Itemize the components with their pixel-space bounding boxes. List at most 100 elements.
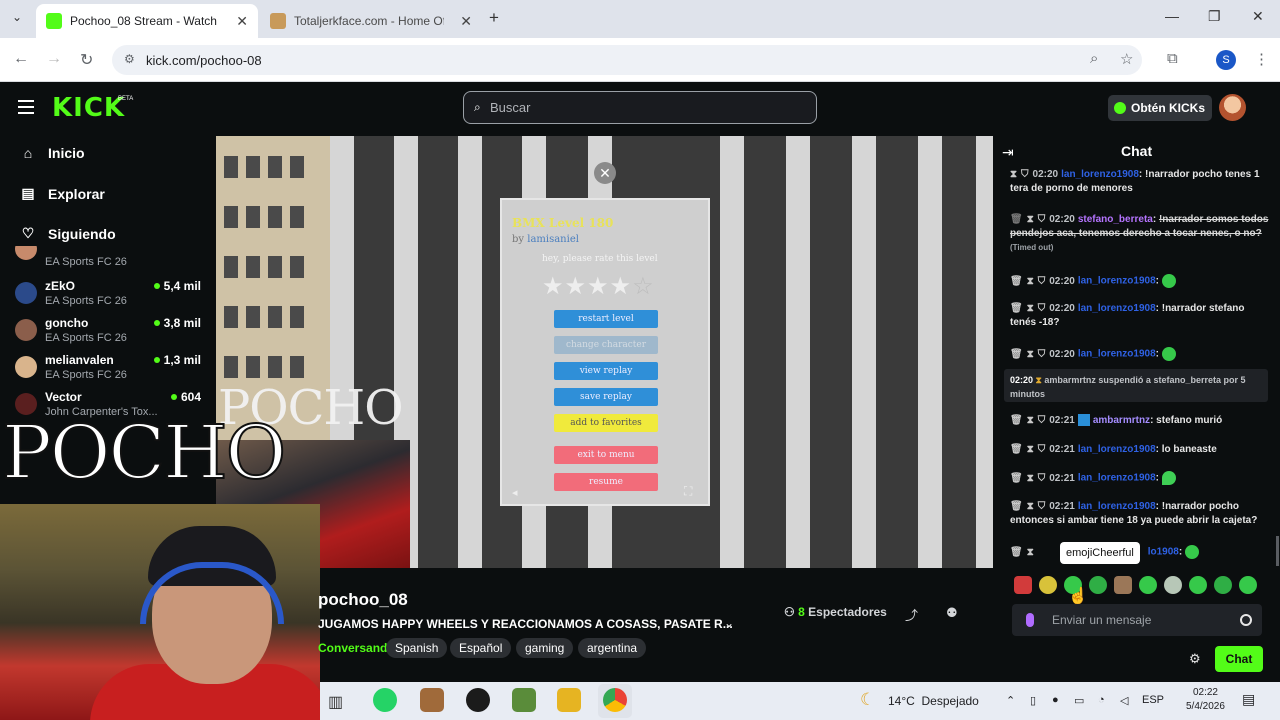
star-empty-icon[interactable]: ☆ [632,273,655,300]
hourglass-icon[interactable]: ⧗ [1027,349,1034,360]
hourglass-icon[interactable]: ⧗ [1010,169,1017,180]
minimize-button[interactable]: — [1165,8,1179,24]
resume-button[interactable]: resume [554,473,658,491]
hourglass-icon[interactable]: ⧗ [1027,473,1034,484]
sidebar-item-siguiendo[interactable]: ♡ Siguiendo [20,225,116,242]
menu-hamburger-icon[interactable] [18,100,34,114]
view-replay-button[interactable]: view replay [554,362,658,380]
address-bar[interactable]: ⚙ kick.com/pochoo-08 [112,45,1142,75]
game-close-icon[interactable]: ✕ [594,162,616,184]
mod-shield-icon[interactable]: ⛉ [1038,501,1046,512]
trash-icon[interactable]: 🗑 [1010,444,1023,455]
change-character-button[interactable]: change character [554,336,658,354]
message-user[interactable]: lan_lorenzo1908 [1078,444,1156,455]
zoom-icon[interactable]: ⌕ [1090,50,1098,67]
tab-close-icon[interactable]: ✕ [236,13,248,30]
back-arrow-icon[interactable]: ← [13,50,29,68]
tray-app-icon[interactable]: ▯ [1030,694,1036,707]
sidebar-item-inicio[interactable]: ⌂ Inicio [20,145,85,161]
trash-icon[interactable]: 🗑 [1010,501,1023,512]
kick-logo[interactable]: KICK [52,93,125,123]
tab-totaljerkface[interactable]: Totaljerkface.com - Home Of H ✕ [260,4,482,38]
channel-item-melianvalen[interactable]: melianvalen EA Sports FC 26 1,3 mil [15,352,205,386]
weather-widget[interactable]: 14°C Despejado [888,694,979,708]
emote-icon[interactable] [1214,576,1232,594]
exit-to-menu-button[interactable]: exit to menu [554,446,658,464]
mod-shield-icon[interactable]: ⛉ [1038,349,1046,360]
hourglass-icon[interactable]: ⧗ [1027,276,1034,287]
emote-icon[interactable] [1239,576,1257,594]
microphone-tray-icon[interactable]: ● [1052,694,1059,706]
star-icon[interactable]: ★ [542,273,565,300]
chat-settings-gear-icon[interactable]: ⚙ [1189,651,1201,667]
maximize-button[interactable]: ❐ [1208,8,1221,25]
hourglass-icon[interactable]: ⧗ [1027,547,1034,558]
stream-tag[interactable]: argentina [578,638,647,658]
streamer-name[interactable]: pochoo_08 [318,590,408,610]
message-user[interactable]: lan_lorenzo1908 [1061,169,1139,180]
get-kicks-button[interactable]: Obtén KICKs [1108,95,1212,121]
star-icon[interactable]: ★ [565,273,588,300]
add-friend-icon[interactable]: ⚉ [946,605,958,621]
emoji-picker-icon[interactable] [1240,614,1252,626]
tab-kick-stream[interactable]: Pochoo_08 Stream - Watch Live ✕ [36,4,258,38]
message-user[interactable]: ambarmrtnz [1093,415,1150,426]
message-user[interactable]: lan_lorenzo1908 [1078,501,1156,512]
trash-icon[interactable]: 🗑 [1010,276,1023,287]
notifications-icon[interactable]: ▤ [1242,691,1255,708]
emote-icon[interactable] [1189,576,1207,594]
channel-item-goncho[interactable]: goncho EA Sports FC 26 3,8 mil [15,315,205,349]
wifi-icon[interactable]: ◔ [1098,694,1105,706]
emote-icon[interactable] [1139,576,1157,594]
mod-shield-icon[interactable]: ⛉ [1038,415,1046,426]
search-input[interactable]: ⌕ Buscar [463,91,817,124]
message-user[interactable]: lo1908 [1148,547,1179,558]
battery-icon[interactable]: ▭ [1074,694,1084,707]
fullscreen-icon[interactable]: ⛶ [684,484,692,499]
channel-item-partial[interactable]: EA Sports FC 26 [15,246,205,272]
whatsapp-icon[interactable] [373,688,397,712]
trash-icon[interactable]: 🗑 [1010,214,1023,225]
star-icon[interactable]: ★ [610,273,633,300]
hourglass-icon[interactable]: ⧗ [1027,501,1034,512]
tray-chevron-icon[interactable]: ⌃ [1006,694,1015,707]
new-tab-button[interactable]: + [489,8,499,28]
sound-icon[interactable]: ◂ [512,486,518,499]
reload-icon[interactable]: ↻ [80,50,93,70]
mod-shield-icon[interactable]: ⛉ [1038,214,1046,225]
window-close-button[interactable]: ✕ [1252,8,1264,25]
extensions-icon[interactable]: ⧉ [1167,50,1178,67]
app-icon[interactable] [557,688,581,712]
language-indicator[interactable]: ESP [1142,694,1164,706]
trash-icon[interactable]: 🗑 [1010,473,1023,484]
browser-menu-icon[interactable]: ⋮ [1254,50,1269,68]
notice-actor[interactable]: ambarmrtnz [1044,375,1096,385]
taskbar-clock[interactable]: 02:22 5/4/2026 [1186,686,1225,714]
save-replay-button[interactable]: save replay [554,388,658,406]
tab-list-chevron-icon[interactable]: ⌄ [12,10,22,24]
expand-title-chevron-icon[interactable]: ⌄ [724,616,734,630]
star-icon[interactable]: ★ [587,273,610,300]
hourglass-icon[interactable]: ⧗ [1027,444,1034,455]
emote-icon[interactable] [1164,576,1182,594]
message-user[interactable]: lan_lorenzo1908 [1078,303,1156,314]
chat-send-button[interactable]: Chat [1215,646,1263,672]
restart-level-button[interactable]: restart level [554,310,658,328]
stream-tag[interactable]: Español [450,638,512,658]
trash-icon[interactable]: 🗑 [1010,415,1023,426]
microphone-icon[interactable] [1026,613,1034,627]
game-app-icon[interactable] [420,688,444,712]
mod-shield-icon[interactable]: ⛉ [1038,303,1046,314]
collapse-chat-icon[interactable]: ⇥ [1002,144,1014,161]
channel-item-zeko[interactable]: zEkO EA Sports FC 26 5,4 mil [15,278,205,312]
rating-stars[interactable]: ★★★★☆ [542,272,655,301]
hourglass-icon[interactable]: ⧗ [1027,214,1034,225]
stream-category[interactable]: Conversando [318,641,395,655]
stream-tag[interactable]: Spanish [386,638,448,658]
add-to-favorites-button[interactable]: add to favorites [554,414,658,432]
chat-scrollbar[interactable] [1276,536,1279,566]
mod-shield-icon[interactable]: ⛉ [1038,473,1046,484]
message-user[interactable]: lan_lorenzo1908 [1078,276,1156,287]
user-avatar[interactable] [1219,94,1246,121]
chat-message-input[interactable]: Enviar un mensaje [1012,604,1262,636]
